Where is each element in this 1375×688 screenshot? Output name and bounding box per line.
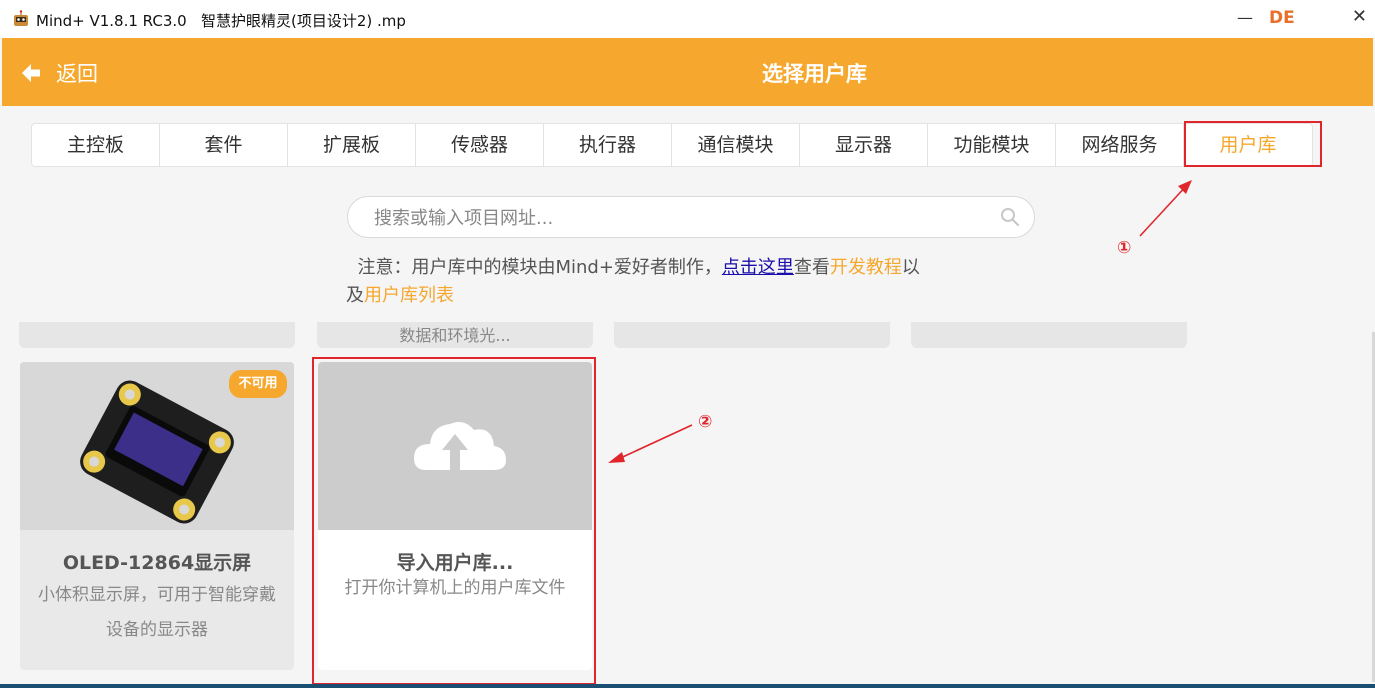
annotation-marker-2: ②	[698, 412, 713, 432]
window-bottom-edge	[0, 684, 1375, 688]
annotation-arrows	[608, 180, 1192, 463]
annotation-marker-1: ①	[1117, 238, 1132, 258]
